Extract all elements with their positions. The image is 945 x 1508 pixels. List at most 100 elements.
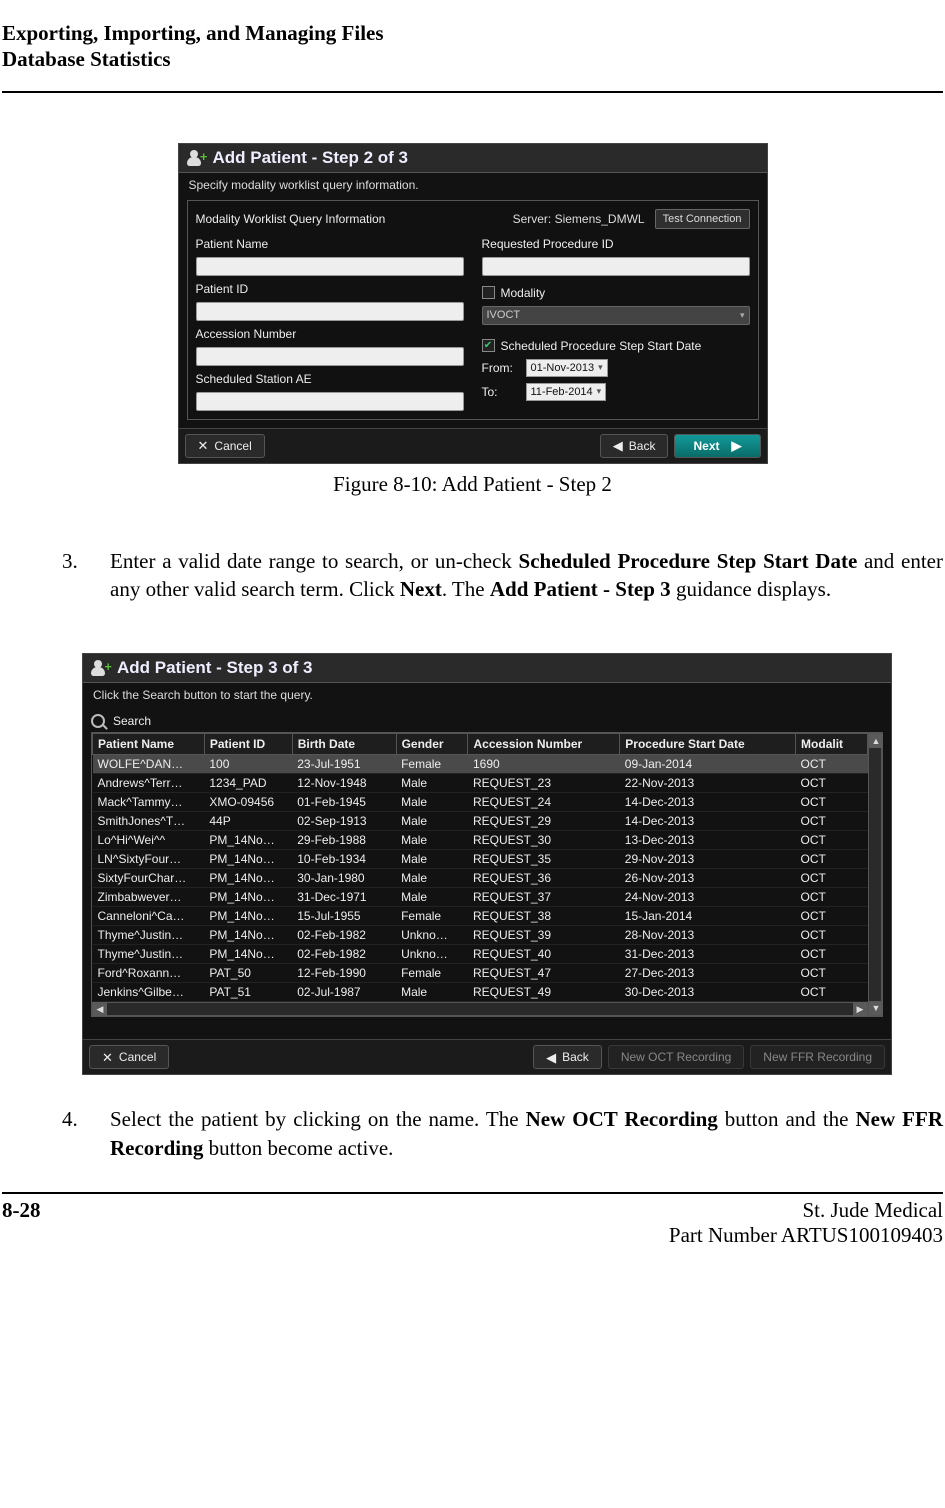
scroll-up-icon[interactable]: ▲ [869,734,883,748]
arrow-right-icon: ▶ [732,439,742,452]
cell: 1690 [468,755,620,774]
cell: 02-Feb-1982 [292,945,396,964]
input-patient-name[interactable] [196,257,464,276]
cell: OCT [796,793,868,812]
column-header[interactable]: Procedure Start Date [620,734,796,755]
next-button[interactable]: Next▶ [674,434,760,458]
new-oct-recording-button[interactable]: New OCT Recording [608,1045,744,1069]
cell: REQUEST_47 [468,964,620,983]
cell: OCT [796,774,868,793]
label-scheduled-date: Scheduled Procedure Step Start Date [501,339,702,353]
cell: Male [396,869,468,888]
back-button-2[interactable]: ◀Back [533,1045,602,1069]
arrow-left-icon: ◀ [613,439,623,452]
cell: 12-Feb-1990 [292,964,396,983]
date-from[interactable]: 01-Nov-2013▾ [526,359,608,377]
cell: PM_14No… [204,850,292,869]
cell: Canneloni^Ca… [93,907,205,926]
search-icon [91,714,105,728]
cancel-button-2[interactable]: ✕Cancel [89,1045,169,1069]
input-req-procedure[interactable] [482,257,750,276]
cell: Lo^Hi^Wei^^ [93,831,205,850]
cell: 09-Jan-2014 [620,755,796,774]
scroll-down-icon[interactable]: ▼ [869,1001,883,1015]
column-header[interactable]: Patient ID [204,734,292,755]
cell: Ford^Roxann… [93,964,205,983]
t: guidance displays. [671,577,831,601]
scroll-right-icon[interactable]: ▶ [853,1002,867,1016]
cell: PAT_50 [204,964,292,983]
scrollbar-vertical[interactable]: ▲ ▼ [868,733,882,1016]
select-modality[interactable]: IVOCT ▾ [482,306,750,325]
input-patient-id[interactable] [196,302,464,321]
cell: OCT [796,831,868,850]
cell: Unkno… [396,926,468,945]
test-connection-button[interactable]: Test Connection [655,209,750,229]
cell: SmithJones^T… [93,812,205,831]
table-row[interactable]: Thyme^Justin…PM_14No…02-Feb-1982Unkno…RE… [93,926,868,945]
cell: REQUEST_38 [468,907,620,926]
input-station-ae[interactable] [196,392,464,411]
chevron-down-icon: ▾ [598,362,603,373]
cell: 1234_PAD [204,774,292,793]
footer-company: St. Jude Medical [669,1198,943,1223]
input-accession[interactable] [196,347,464,366]
column-header[interactable]: Gender [396,734,468,755]
cell: Male [396,831,468,850]
table-row[interactable]: Jenkins^Gilbe…PAT_5102-Jul-1987MaleREQUE… [93,983,868,1002]
table-row[interactable]: Lo^Hi^Wei^^PM_14No…29-Feb-1988MaleREQUES… [93,831,868,850]
cell: Zimbabwever… [93,888,205,907]
table-row[interactable]: WOLFE^DAN…10023-Jul-1951Female169009-Jan… [93,755,868,774]
table-row[interactable]: SixtyFourChar…PM_14No…30-Jan-1980MaleREQ… [93,869,868,888]
column-header[interactable]: Modalit [796,734,868,755]
checkbox-scheduled-date[interactable] [482,339,495,352]
cell: OCT [796,888,868,907]
column-header[interactable]: Patient Name [93,734,205,755]
back-button[interactable]: ◀Back [600,434,669,458]
cell: PM_14No… [204,888,292,907]
t: Select the patient by clicking on the na… [110,1107,526,1131]
cell: OCT [796,964,868,983]
cancel-button[interactable]: ✕Cancel [185,434,265,458]
scroll-left-icon[interactable]: ◀ [93,1002,107,1016]
dialog-title-2: Add Patient - Step 3 of 3 [117,658,313,678]
scrollbar-horizontal[interactable]: ◀ ▶ [92,1002,868,1016]
column-header[interactable]: Birth Date [292,734,396,755]
date-to[interactable]: 11-Feb-2014▾ [526,383,607,401]
table-row[interactable]: Zimbabwever…PM_14No…31-Dec-1971MaleREQUE… [93,888,868,907]
table-row[interactable]: SmithJones^T…44P02-Sep-1913MaleREQUEST_2… [93,812,868,831]
figure-step3-screenshot: + Add Patient - Step 3 of 3 Click the Se… [82,653,892,1075]
server-label: Server: Siemens_DMWL [513,212,645,226]
t: Enter a valid date range to search, or u… [110,549,519,573]
t: New OCT Recording [526,1107,718,1131]
checkbox-modality[interactable] [482,286,495,299]
add-patient-icon: + [91,658,111,678]
table-row[interactable]: Thyme^Justin…PM_14No…02-Feb-1982Unkno…RE… [93,945,868,964]
cell: 31-Dec-2013 [620,945,796,964]
cell: 29-Feb-1988 [292,831,396,850]
cell: REQUEST_36 [468,869,620,888]
cell: 15-Jul-1955 [292,907,396,926]
table-row[interactable]: Canneloni^Ca…PM_14No…15-Jul-1955FemaleRE… [93,907,868,926]
date-from-value: 01-Nov-2013 [531,362,595,374]
dialog-subtitle-2: Click the Search button to start the que… [83,683,891,710]
column-header[interactable]: Accession Number [468,734,620,755]
cell: OCT [796,945,868,964]
cell: 02-Feb-1982 [292,926,396,945]
step-number-4: 4. [62,1105,80,1162]
new-ffr-recording-button[interactable]: New FFR Recording [750,1045,885,1069]
table-row[interactable]: LN^SixtyFour…PM_14No…10-Feb-1934MaleREQU… [93,850,868,869]
search-button[interactable]: Search [113,714,151,728]
step-number-3: 3. [62,547,80,604]
cell: PM_14No… [204,869,292,888]
arrow-left-icon: ◀ [546,1051,556,1064]
table-row[interactable]: Ford^Roxann…PAT_5012-Feb-1990FemaleREQUE… [93,964,868,983]
select-modality-value: IVOCT [487,309,521,321]
cell: 12-Nov-1948 [292,774,396,793]
cell: Male [396,983,468,1002]
cell: OCT [796,907,868,926]
cell: 27-Dec-2013 [620,964,796,983]
cell: 13-Dec-2013 [620,831,796,850]
table-row[interactable]: Andrews^Terr…1234_PAD12-Nov-1948MaleREQU… [93,774,868,793]
table-row[interactable]: Mack^Tammy…XMO-0945601-Feb-1945MaleREQUE… [93,793,868,812]
